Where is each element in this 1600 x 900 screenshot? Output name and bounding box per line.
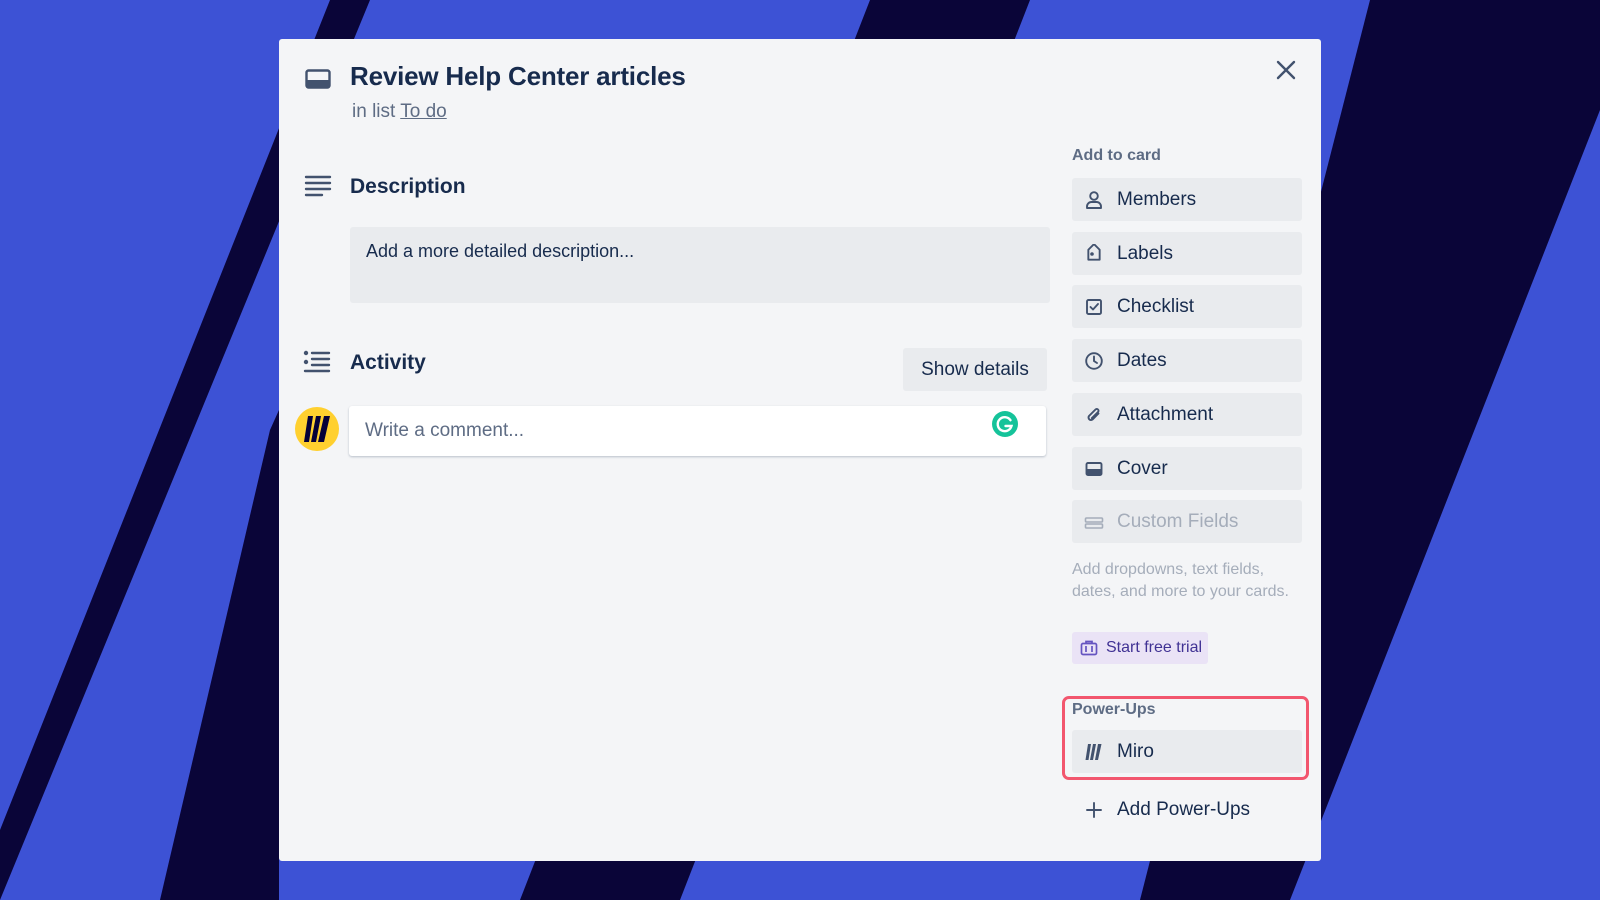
plus-icon <box>1086 801 1102 818</box>
dates-button[interactable]: Dates <box>1072 339 1302 382</box>
custom-fields-hint: Add dropdowns, text fields, dates, and m… <box>1072 561 1289 600</box>
grammarly-icon[interactable] <box>992 411 1018 437</box>
checklist-icon <box>1086 298 1102 315</box>
show-details-button[interactable]: Show details <box>903 348 1047 391</box>
cover-button[interactable]: Cover <box>1072 447 1302 490</box>
comment-input[interactable] <box>349 406 1046 456</box>
members-button[interactable]: Members <box>1072 178 1302 221</box>
avatar[interactable] <box>295 407 339 451</box>
checklist-label: Checklist <box>1117 295 1195 317</box>
in-list-prefix: in list <box>352 101 396 122</box>
activity-heading: Activity <box>350 351 426 374</box>
members-label: Members <box>1117 188 1197 210</box>
miro-logo-icon <box>304 416 330 442</box>
dates-label: Dates <box>1117 349 1167 371</box>
cover-label: Cover <box>1117 457 1168 479</box>
person-icon <box>1086 190 1102 209</box>
custom-fields-button: Custom Fields <box>1072 500 1302 543</box>
description-heading: Description <box>350 175 466 198</box>
paperclip-icon <box>1087 407 1100 421</box>
miro-label: Miro <box>1117 740 1154 762</box>
custom-fields-label: Custom Fields <box>1117 510 1239 532</box>
activity-list-icon <box>303 350 331 373</box>
power-ups-heading: Power-Ups <box>1072 701 1156 718</box>
description-lines-icon <box>304 175 332 197</box>
custom-fields-icon <box>1084 516 1104 529</box>
card-title[interactable]: Review Help Center articles <box>350 61 686 92</box>
tag-icon <box>1087 243 1101 261</box>
start-free-trial-button[interactable]: Start free trial <box>1072 632 1209 664</box>
miro-power-up-button[interactable]: Miro <box>1072 730 1302 773</box>
card-detail-modal: Review Help Center articles in list To d… <box>279 39 1321 861</box>
add-power-ups-button[interactable]: Add Power-Ups <box>1072 788 1302 831</box>
card-icon <box>305 69 331 89</box>
attachment-label: Attachment <box>1117 403 1214 425</box>
list-link[interactable]: To do <box>400 101 446 122</box>
card-list-info: in list To do <box>352 101 447 123</box>
briefcase-icon <box>1080 640 1098 656</box>
labels-button[interactable]: Labels <box>1072 232 1302 275</box>
start-free-trial-label: Start free trial <box>1106 639 1203 656</box>
attachment-button[interactable]: Attachment <box>1072 393 1302 436</box>
cover-icon <box>1085 461 1103 476</box>
labels-label: Labels <box>1117 242 1173 264</box>
add-power-ups-label: Add Power-Ups <box>1117 798 1251 820</box>
miro-logo-icon <box>1085 743 1102 760</box>
add-to-card-heading: Add to card <box>1072 147 1161 164</box>
clock-icon <box>1085 351 1103 370</box>
description-input[interactable]: Add a more detailed description... <box>350 227 1050 303</box>
close-icon[interactable] <box>1273 57 1299 83</box>
checklist-button[interactable]: Checklist <box>1072 285 1302 328</box>
